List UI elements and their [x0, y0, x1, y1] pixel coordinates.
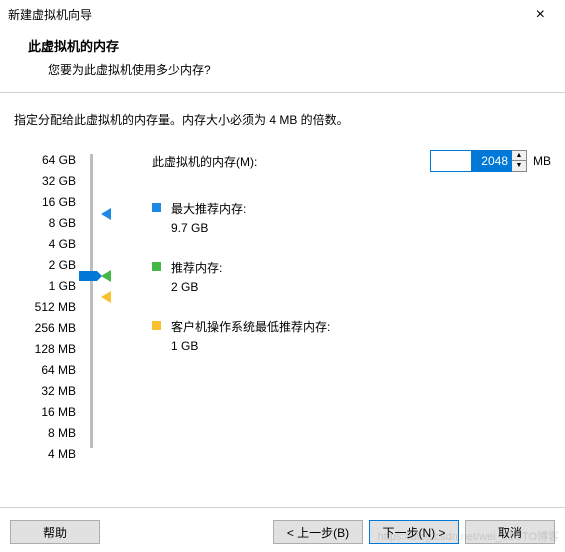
- memory-spin-down-icon[interactable]: ▼: [512, 161, 526, 171]
- memory-scale-labels: 64 GB 32 GB 16 GB 8 GB 4 GB 2 GB 1 GB 51…: [35, 150, 76, 465]
- memory-input-label: 此虚拟机的内存(M):: [152, 153, 430, 170]
- wizard-header: 此虚拟机的内存 您要为此虚拟机使用多少内存?: [0, 26, 565, 93]
- page-subtitle: 您要为此虚拟机使用多少内存?: [48, 61, 565, 78]
- next-button[interactable]: 下一步(N) >: [369, 520, 459, 544]
- window-title: 新建虚拟机向导: [8, 6, 92, 23]
- back-button[interactable]: < 上一步(B): [273, 520, 363, 544]
- page-title: 此虚拟机的内存: [28, 36, 565, 55]
- memory-input[interactable]: [430, 150, 512, 172]
- guest-min-memory-info: 客户机操作系统最低推荐内存: 1 GB: [171, 318, 330, 353]
- max-memory-icon: [152, 203, 161, 212]
- guest-min-memory-icon: [152, 321, 161, 330]
- help-button[interactable]: 帮助: [10, 520, 100, 544]
- memory-slider-track[interactable]: [90, 154, 93, 448]
- recommended-marker-icon: [101, 270, 111, 282]
- memory-unit: MB: [533, 154, 551, 168]
- memory-slider-thumb[interactable]: [79, 271, 97, 281]
- recommended-memory-icon: [152, 262, 161, 271]
- close-icon[interactable]: ×: [530, 6, 551, 24]
- minimum-marker-icon: [101, 291, 111, 303]
- max-memory-info: 最大推荐内存: 9.7 GB: [171, 200, 246, 235]
- recommended-memory-info: 推荐内存: 2 GB: [171, 259, 222, 294]
- cancel-button[interactable]: 取消: [465, 520, 555, 544]
- instruction-text: 指定分配给此虚拟机的内存量。内存大小必须为 4 MB 的倍数。: [0, 93, 565, 150]
- max-marker-icon: [101, 208, 111, 220]
- memory-spin-up-icon[interactable]: ▲: [512, 151, 526, 161]
